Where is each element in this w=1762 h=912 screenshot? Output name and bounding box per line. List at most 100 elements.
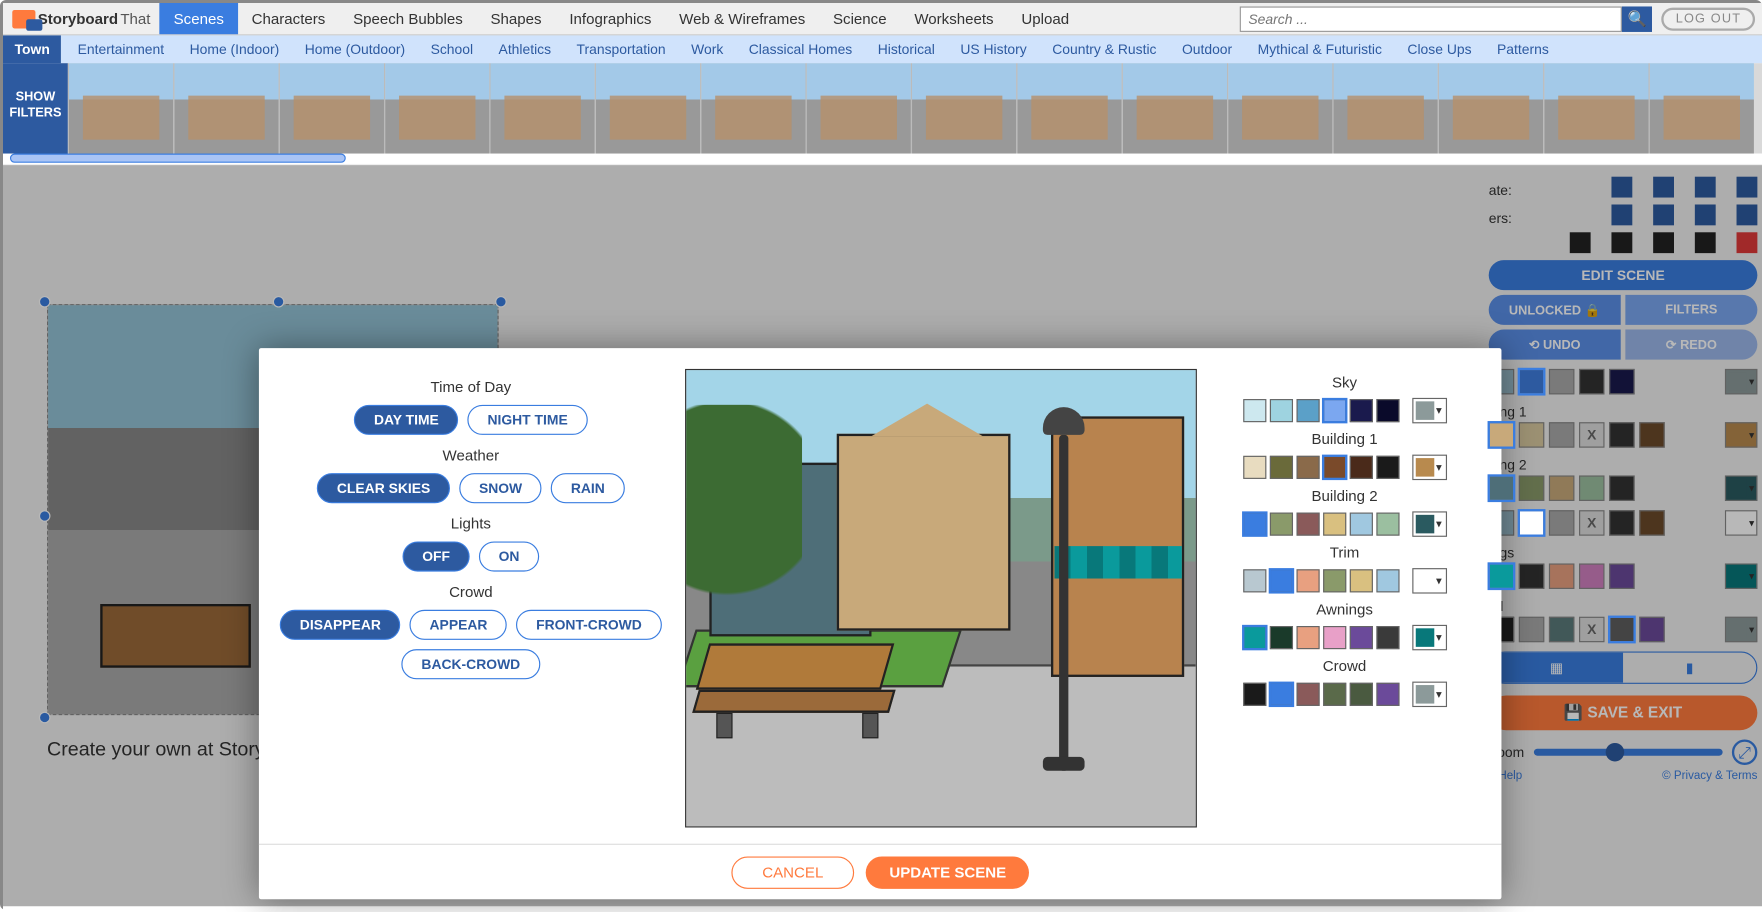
scene-thumbnail[interactable] xyxy=(279,63,384,153)
category-transportation[interactable]: Transportation xyxy=(577,41,666,57)
scene-thumbnail[interactable] xyxy=(489,63,594,153)
logout-button[interactable]: LOG OUT xyxy=(1662,7,1755,30)
category-entertainment[interactable]: Entertainment xyxy=(78,41,165,57)
logo[interactable]: StoryboardThat xyxy=(3,9,160,28)
category-work[interactable]: Work xyxy=(691,41,723,57)
category-active[interactable]: Town xyxy=(3,35,61,63)
color-swatch[interactable] xyxy=(1243,683,1266,706)
color-swatch[interactable] xyxy=(1243,456,1266,479)
color-swatch[interactable] xyxy=(1376,683,1399,706)
category-classical-homes[interactable]: Classical Homes xyxy=(749,41,852,57)
color-swatch[interactable] xyxy=(1296,456,1319,479)
color-swatch[interactable] xyxy=(1376,513,1399,536)
color-swatch[interactable] xyxy=(1489,563,1514,588)
color-swatch[interactable] xyxy=(1296,399,1319,422)
category-mythical-futuristic[interactable]: Mythical & Futuristic xyxy=(1258,41,1382,57)
option-clear-skies[interactable]: CLEAR SKIES xyxy=(317,473,450,503)
category-us-history[interactable]: US History xyxy=(960,41,1026,57)
color-swatch[interactable] xyxy=(1323,683,1346,706)
scene-thumbnail[interactable] xyxy=(1649,63,1754,153)
color-swatch[interactable] xyxy=(1296,683,1319,706)
scene-thumbnail[interactable] xyxy=(1543,63,1648,153)
category-home-outdoor-[interactable]: Home (Outdoor) xyxy=(305,41,405,57)
scene-thumbnail[interactable] xyxy=(1332,63,1437,153)
color-swatch[interactable] xyxy=(1269,569,1292,592)
color-swatch[interactable] xyxy=(1349,683,1372,706)
option-disappear[interactable]: DISAPPEAR xyxy=(280,610,400,640)
option-night-time[interactable]: NIGHT TIME xyxy=(468,405,588,435)
color-swatch[interactable] xyxy=(1269,683,1292,706)
scene-thumbnail[interactable] xyxy=(805,63,910,153)
category-school[interactable]: School xyxy=(431,41,474,57)
color-picker-dropdown[interactable] xyxy=(1412,682,1447,707)
color-swatch[interactable] xyxy=(1269,513,1292,536)
category-country-rustic[interactable]: Country & Rustic xyxy=(1052,41,1156,57)
color-swatch[interactable] xyxy=(1519,510,1544,535)
color-swatch[interactable] xyxy=(1323,569,1346,592)
color-picker-dropdown[interactable] xyxy=(1412,398,1447,423)
color-swatch[interactable] xyxy=(1243,626,1266,649)
option-rain[interactable]: RAIN xyxy=(551,473,624,503)
color-swatch[interactable] xyxy=(1376,399,1399,422)
color-swatch[interactable] xyxy=(1323,626,1346,649)
top-tab-shapes[interactable]: Shapes xyxy=(477,3,556,34)
color-swatch[interactable] xyxy=(1296,569,1319,592)
option-day-time[interactable]: DAY TIME xyxy=(354,405,458,435)
scene-thumbnail[interactable] xyxy=(1438,63,1543,153)
color-swatch[interactable] xyxy=(1489,422,1514,447)
option-front-crowd[interactable]: FRONT-CROWD xyxy=(516,610,661,640)
scene-thumbnail[interactable] xyxy=(595,63,700,153)
color-swatch[interactable] xyxy=(1323,399,1346,422)
color-swatch[interactable] xyxy=(1376,626,1399,649)
top-tab-speech-bubbles[interactable]: Speech Bubbles xyxy=(339,3,476,34)
search-button[interactable]: 🔍 xyxy=(1622,6,1652,31)
color-swatch[interactable] xyxy=(1243,569,1266,592)
scene-thumbnail[interactable] xyxy=(1227,63,1332,153)
color-swatch[interactable] xyxy=(1349,456,1372,479)
color-swatch[interactable] xyxy=(1376,456,1399,479)
top-tab-scenes[interactable]: Scenes xyxy=(160,3,238,34)
top-tab-worksheets[interactable]: Worksheets xyxy=(900,3,1007,34)
top-tab-characters[interactable]: Characters xyxy=(238,3,339,34)
category-outdoor[interactable]: Outdoor xyxy=(1182,41,1232,57)
color-picker-dropdown[interactable] xyxy=(1412,568,1447,593)
color-swatch[interactable] xyxy=(1323,513,1346,536)
color-picker-dropdown[interactable] xyxy=(1412,511,1447,536)
color-swatch[interactable] xyxy=(1519,369,1544,394)
color-swatch[interactable] xyxy=(1269,626,1292,649)
color-swatch[interactable] xyxy=(1269,456,1292,479)
color-swatch[interactable] xyxy=(1323,456,1346,479)
cancel-button[interactable]: CANCEL xyxy=(731,856,855,888)
color-picker-dropdown[interactable] xyxy=(1412,455,1447,480)
color-swatch[interactable] xyxy=(1269,399,1292,422)
scene-thumbnail[interactable] xyxy=(384,63,489,153)
option-appear[interactable]: APPEAR xyxy=(410,610,507,640)
color-swatch[interactable] xyxy=(1349,399,1372,422)
scene-thumbnail[interactable] xyxy=(173,63,278,153)
top-tab-infographics[interactable]: Infographics xyxy=(555,3,665,34)
color-swatch[interactable] xyxy=(1349,626,1372,649)
option-snow[interactable]: SNOW xyxy=(459,473,542,503)
color-swatch[interactable] xyxy=(1243,513,1266,536)
update-scene-button[interactable]: UPDATE SCENE xyxy=(866,856,1029,888)
top-tab-upload[interactable]: Upload xyxy=(1007,3,1083,34)
color-swatch[interactable] xyxy=(1296,513,1319,536)
search-input[interactable] xyxy=(1240,6,1622,31)
top-tab-science[interactable]: Science xyxy=(819,3,900,34)
category-close-ups[interactable]: Close Ups xyxy=(1407,41,1471,57)
color-swatch[interactable] xyxy=(1609,617,1634,642)
thumbnail-scrollbar[interactable] xyxy=(3,154,1762,166)
color-swatch[interactable] xyxy=(1376,569,1399,592)
option-off[interactable]: OFF xyxy=(403,541,470,571)
category-historical[interactable]: Historical xyxy=(878,41,935,57)
category-patterns[interactable]: Patterns xyxy=(1497,41,1549,57)
option-back-crowd[interactable]: BACK-CROWD xyxy=(402,649,540,679)
color-swatch[interactable] xyxy=(1349,513,1372,536)
option-on[interactable]: ON xyxy=(479,541,539,571)
top-tab-web-wireframes[interactable]: Web & Wireframes xyxy=(665,3,819,34)
show-filters-button[interactable]: SHOW FILTERS xyxy=(3,63,68,153)
color-swatch[interactable] xyxy=(1296,626,1319,649)
color-swatch[interactable] xyxy=(1349,569,1372,592)
scene-thumbnail[interactable] xyxy=(700,63,805,153)
scene-thumbnail[interactable] xyxy=(911,63,1016,153)
